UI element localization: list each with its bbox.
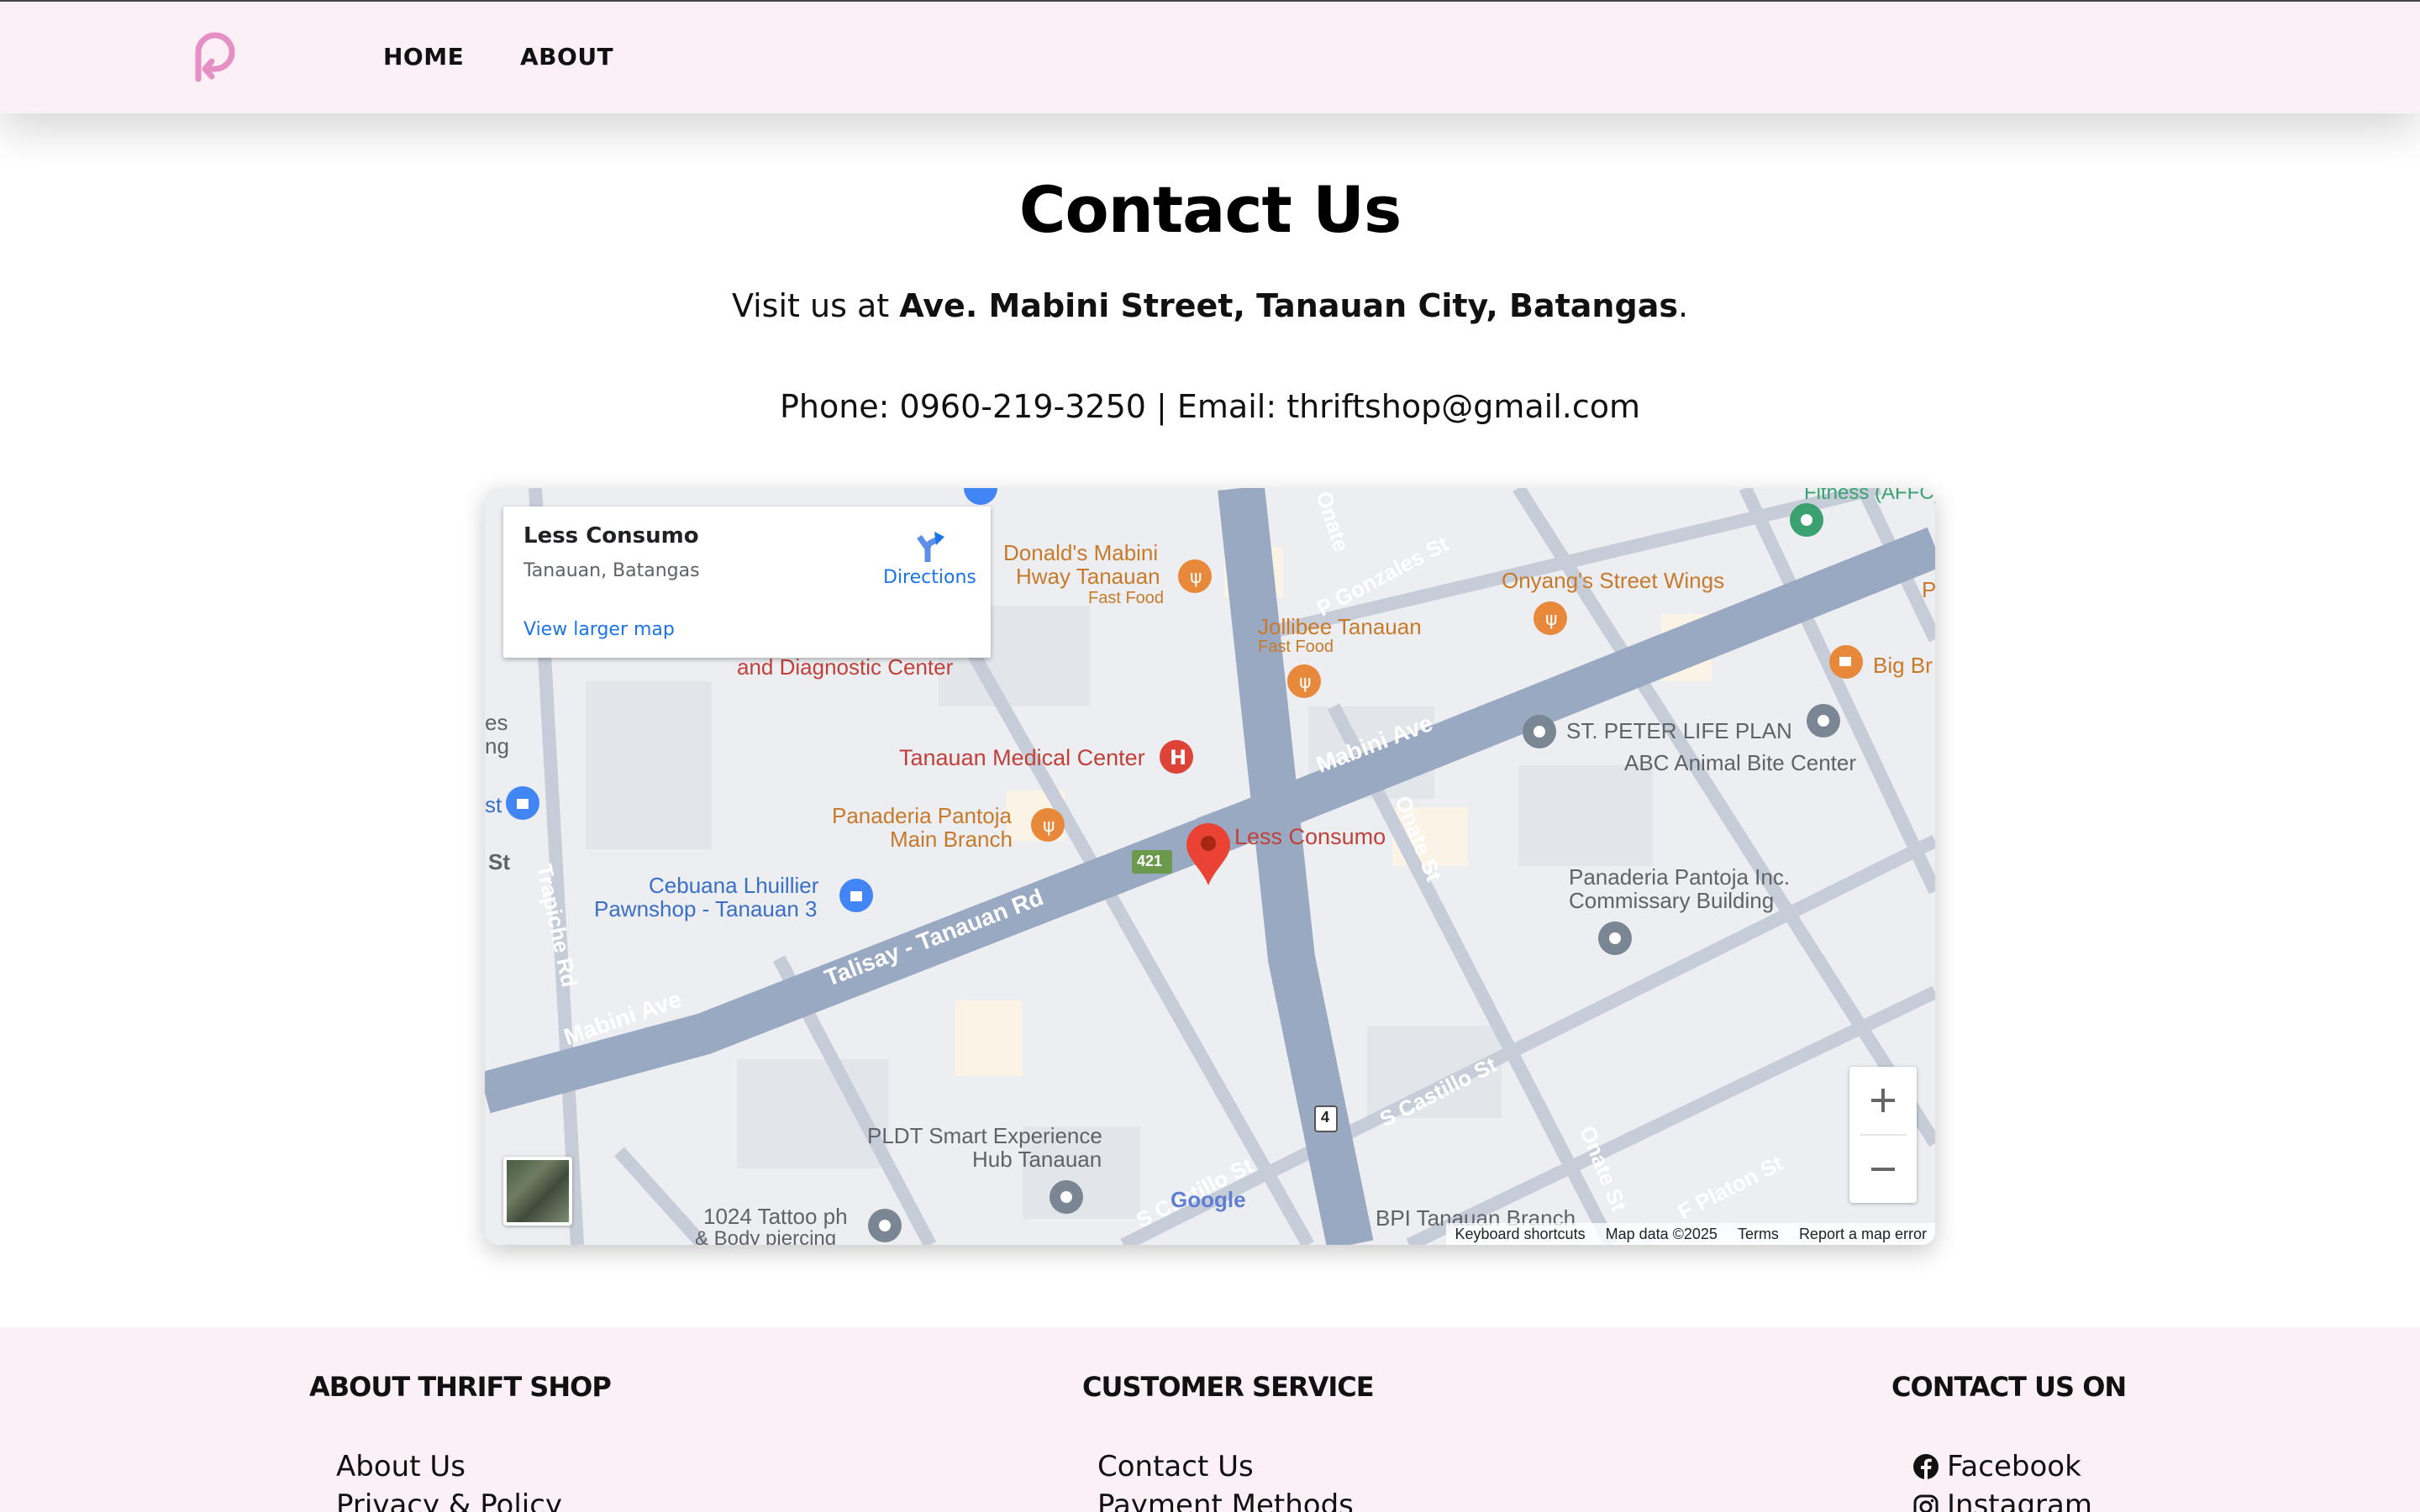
footer-service-heading: CUSTOMER SERVICE [1082,1371,1375,1403]
map-label-panaderia-inc-2: Commissary Building [1569,888,1775,913]
map-label-pldt-2: Hub Tanauan [972,1147,1102,1172]
footer-contact-us-link[interactable]: Contact Us [1097,1450,1254,1483]
map-info-card: Less Consumo Tanauan, Batangas View larg… [503,507,991,658]
minus-icon [1871,1168,1895,1171]
map-label-fast-food-2: Fast Food [1258,638,1334,656]
visit-address-text: Visit us at Ave. Mabini Street, Tanauan … [0,287,2420,324]
view-larger-map-link[interactable]: View larger map [523,619,675,640]
site-header: HOME ABOUT [0,0,2420,113]
map-label-jollibee: Jollibee Tanauan [1258,614,1422,639]
footer-facebook-link[interactable]: Facebook [1947,1450,2081,1483]
report-map-error-link[interactable]: Report a map error [1799,1226,1927,1243]
map-label-onyangs: Onyang's Street Wings [1502,568,1725,593]
map-label-pldt-1: PLDT Smart Experience [867,1123,1102,1148]
plus-icon [1871,1089,1895,1112]
visit-prefix: Visit us at [731,287,900,324]
zoom-in-button[interactable] [1849,1067,1917,1134]
map-label-tattoo-1: 1024 Tattoo ph [703,1204,848,1229]
map-label-p-edge: P [1922,577,1935,602]
map-label-panaderia-2: Main Branch [890,827,1013,852]
terms-link[interactable]: Terms [1738,1226,1779,1243]
map-attribution-bar: Keyboard shortcuts Map data ©2025 Terms … [1446,1223,1935,1245]
map-label-ng: ng [485,733,509,759]
map-label-fast-food-1: Fast Food [1088,589,1165,607]
map-label-cebuana-1: Cebuana Lhuillier [649,873,819,898]
map-label-mcdonalds-2: Hway Tanauan [1016,564,1160,589]
map-label-diagnostic: and Diagnostic Center [737,654,954,680]
svg-text:ψ: ψ [1299,672,1312,693]
directions-icon [917,532,944,562]
svg-text:ψ: ψ [1190,567,1202,588]
map-label-medical-center: Tanauan Medical Center [899,745,1145,770]
footer-about-us-link[interactable]: About Us [336,1450,466,1483]
google-logo: Google [1171,1187,1246,1212]
directions-label: Directions [883,567,976,588]
route-421-shield: 421 [1137,853,1163,869]
instagram-icon[interactable] [1912,1494,1939,1512]
footer-payment-methods-link[interactable]: Payment Methods [1097,1488,1354,1512]
embedded-map[interactable]: ψ ψ ψ ψ H Donald's Mabini Hway Tanauan F… [485,488,1935,1245]
map-label-abc: ABC Animal Bite Center [1624,750,1857,775]
footer-privacy-link[interactable]: Privacy & Policy [336,1488,562,1512]
map-label-tattoo-2: & Body piercing [695,1227,837,1245]
facebook-icon[interactable] [1912,1453,1939,1480]
map-label-mcdonalds: Donald's Mabini [1003,540,1159,565]
map-label-big-br: Big Br [1873,653,1933,678]
map-label-st-left: St [488,849,510,874]
footer-instagram-link[interactable]: Instagram [1947,1488,2092,1512]
page-title: Contact Us [1018,172,1402,247]
svg-text:ψ: ψ [1043,816,1055,837]
zoom-out-button[interactable] [1849,1136,1917,1203]
footer-about-heading: ABOUT THRIFT SHOP [309,1371,612,1403]
map-label-cebuana-2: Pawnshop - Tanauan 3 [594,896,818,921]
map-data-text: Map data ©2025 [1605,1225,1718,1242]
place-name: Less Consumo [523,523,699,549]
map-label-es: es [485,710,508,735]
thrift-logo-icon[interactable] [187,30,242,86]
map-label-panaderia-inc-1: Panaderia Pantoja Inc. [1569,864,1791,890]
map-label-st-left-2: st [485,792,502,817]
directions-button[interactable]: Directions [883,528,976,588]
address-text: Ave. Mabini Street, Tanauan City, Batang… [899,287,1678,324]
map-label-less-consumo: Less Consumo [1234,824,1386,849]
phone-email-text: Phone: 0960-219-3250 | Email: thriftshop… [779,388,1641,425]
map-label-fitness: Fitness (AFFC) [1804,488,1935,504]
map-label-st-peter: ST. PETER LIFE PLAN [1566,718,1792,743]
visit-suffix: . [1677,287,1689,324]
satellite-toggle-button[interactable] [503,1157,572,1226]
nav-about-link[interactable]: ABOUT [520,43,613,71]
map-label-panaderia-1: Panaderia Pantoja [832,803,1012,828]
site-footer: ABOUT THRIFT SHOP About Us Privacy & Pol… [0,1327,2420,1512]
svg-text:H: H [1170,746,1186,769]
keyboard-shortcuts-link[interactable]: Keyboard shortcuts [1455,1226,1585,1243]
nav-home-link[interactable]: HOME [383,43,464,71]
place-address: Tanauan, Batangas [523,560,700,581]
footer-contact-heading: CONTACT US ON [1891,1371,2127,1403]
zoom-controls [1849,1067,1917,1203]
svg-text:ψ: ψ [1545,609,1558,630]
route-4-shield: 4 [1321,1109,1330,1126]
